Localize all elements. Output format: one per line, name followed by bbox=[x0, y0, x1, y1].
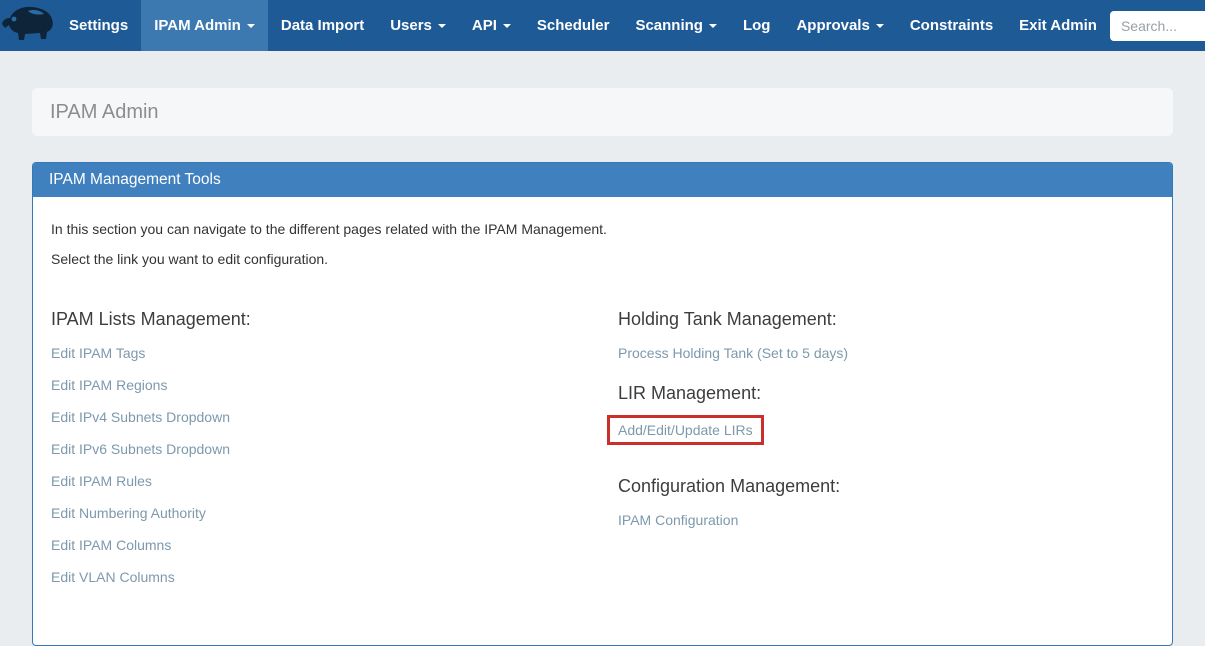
nav-item-label: Approvals bbox=[796, 17, 869, 34]
nav-item-ipam-admin[interactable]: IPAM Admin bbox=[141, 0, 268, 51]
main-nav: Settings IPAM Admin Data Import Users AP… bbox=[56, 0, 1110, 51]
nav-item-approvals[interactable]: Approvals bbox=[783, 0, 896, 51]
link-edit-ipam-tags[interactable]: Edit IPAM Tags bbox=[51, 345, 618, 361]
page-title: IPAM Admin bbox=[50, 101, 159, 124]
nav-item-label: Log bbox=[743, 17, 771, 34]
search-group bbox=[1110, 11, 1205, 41]
nav-item-log[interactable]: Log bbox=[730, 0, 784, 51]
nav-item-api[interactable]: API bbox=[459, 0, 524, 51]
holding-tank-management-heading: Holding Tank Management: bbox=[618, 309, 1154, 330]
management-sections-column: Holding Tank Management: Process Holding… bbox=[618, 309, 1154, 601]
nav-item-settings[interactable]: Settings bbox=[56, 0, 141, 51]
lir-management-heading: LIR Management: bbox=[618, 383, 1154, 404]
ipam-lists-management-column: IPAM Lists Management: Edit IPAM Tags Ed… bbox=[51, 309, 618, 601]
nav-item-label: Users bbox=[390, 17, 432, 34]
nav-item-label: IPAM Admin bbox=[154, 17, 241, 34]
nav-item-scanning[interactable]: Scanning bbox=[622, 0, 730, 51]
nav-item-data-import[interactable]: Data Import bbox=[268, 0, 377, 51]
page-title-panel: IPAM Admin bbox=[32, 88, 1173, 136]
link-process-holding-tank[interactable]: Process Holding Tank (Set to 5 days) bbox=[618, 345, 1154, 361]
ipam-management-tools-panel: IPAM Management Tools In this section yo… bbox=[32, 162, 1173, 646]
nav-item-label: Scheduler bbox=[537, 17, 610, 34]
chevron-down-icon bbox=[438, 24, 446, 28]
chevron-down-icon bbox=[709, 24, 717, 28]
app-logo[interactable] bbox=[0, 0, 56, 51]
navbar-right bbox=[1110, 0, 1205, 51]
chevron-down-icon bbox=[876, 24, 884, 28]
highlight-box: Add/Edit/Update LIRs bbox=[607, 415, 764, 445]
nav-item-exit-admin[interactable]: Exit Admin bbox=[1006, 0, 1110, 51]
nav-item-label: Constraints bbox=[910, 17, 993, 34]
link-edit-numbering-authority[interactable]: Edit Numbering Authority bbox=[51, 505, 618, 521]
page-container: IPAM Admin IPAM Management Tools In this… bbox=[32, 88, 1173, 646]
top-navbar: Settings IPAM Admin Data Import Users AP… bbox=[0, 0, 1205, 51]
link-edit-ipv4-subnets-dropdown[interactable]: Edit IPv4 Subnets Dropdown bbox=[51, 409, 618, 425]
nav-item-label: Scanning bbox=[635, 17, 703, 34]
intro-text-2: Select the link you want to edit configu… bbox=[51, 251, 1154, 267]
link-columns: IPAM Lists Management: Edit IPAM Tags Ed… bbox=[51, 309, 1154, 601]
link-ipam-configuration[interactable]: IPAM Configuration bbox=[618, 512, 1154, 528]
nav-item-label: Data Import bbox=[281, 17, 364, 34]
nav-item-users[interactable]: Users bbox=[377, 0, 459, 51]
nav-item-label: Settings bbox=[69, 17, 128, 34]
link-edit-ipv6-subnets-dropdown[interactable]: Edit IPv6 Subnets Dropdown bbox=[51, 441, 618, 457]
nav-item-scheduler[interactable]: Scheduler bbox=[524, 0, 623, 51]
link-edit-vlan-columns[interactable]: Edit VLAN Columns bbox=[51, 569, 618, 585]
intro-text-1: In this section you can navigate to the … bbox=[51, 221, 1154, 237]
link-add-edit-update-lirs[interactable]: Add/Edit/Update LIRs bbox=[618, 422, 753, 438]
search-input[interactable] bbox=[1110, 11, 1205, 41]
ipam-lists-management-heading: IPAM Lists Management: bbox=[51, 309, 618, 330]
panel-heading: IPAM Management Tools bbox=[33, 163, 1172, 197]
link-edit-ipam-rules[interactable]: Edit IPAM Rules bbox=[51, 473, 618, 489]
nav-item-label: API bbox=[472, 17, 497, 34]
link-edit-ipam-regions[interactable]: Edit IPAM Regions bbox=[51, 377, 618, 393]
configuration-management-heading: Configuration Management: bbox=[618, 476, 1154, 497]
nav-item-constraints[interactable]: Constraints bbox=[897, 0, 1006, 51]
link-edit-ipam-columns[interactable]: Edit IPAM Columns bbox=[51, 537, 618, 553]
panel-body: In this section you can navigate to the … bbox=[33, 197, 1172, 645]
rhino-logo-icon bbox=[0, 3, 56, 48]
chevron-down-icon bbox=[247, 24, 255, 28]
chevron-down-icon bbox=[503, 24, 511, 28]
nav-item-label: Exit Admin bbox=[1019, 17, 1097, 34]
